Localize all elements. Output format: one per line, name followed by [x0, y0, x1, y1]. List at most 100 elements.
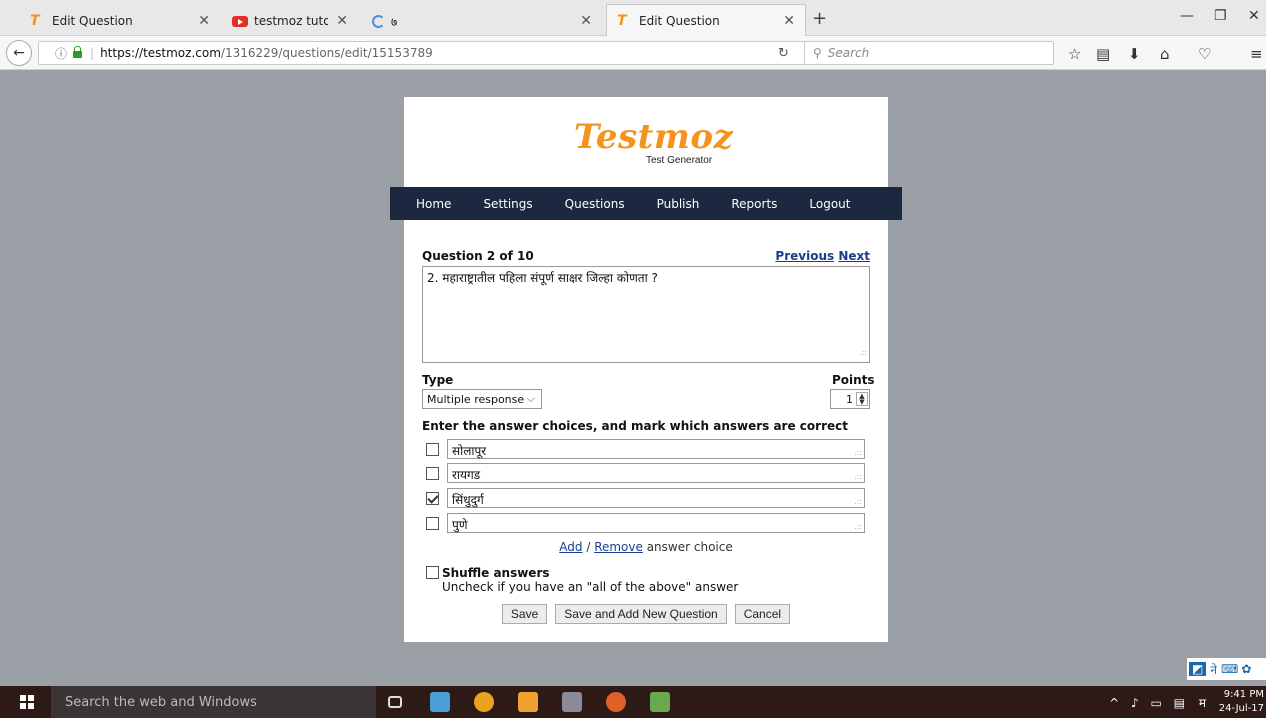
chevron-up-icon[interactable]: ^ [1109, 696, 1119, 710]
url-path: /1316229/questions/edit/15153789 [220, 46, 433, 60]
previous-link[interactable]: Previous [775, 249, 834, 263]
testmoz-logo[interactable]: Testmoz [574, 117, 733, 157]
close-icon[interactable]: ✕ [580, 13, 592, 29]
remove-choice-link[interactable]: Remove [594, 540, 643, 554]
choices-label: Enter the answer choices, and mark which… [422, 419, 848, 433]
resize-handle-icon[interactable]: .:: [854, 497, 862, 506]
tab-edit-question-1[interactable]: T Edit Question ✕ [20, 6, 220, 36]
script-icon[interactable]: ने [1210, 661, 1217, 678]
cancel-button[interactable]: Cancel [734, 604, 791, 624]
taskbar-clock[interactable]: 9:41 PM 24-Jul-17 [1219, 688, 1264, 716]
answer-choice-input[interactable]: पुणे .:: [447, 513, 865, 533]
reload-icon[interactable]: ↻ [778, 46, 789, 61]
points-stepper[interactable]: 1 ▲ ▼ [830, 389, 870, 409]
app-icon[interactable] [650, 692, 670, 712]
nav-home[interactable]: Home [416, 197, 451, 211]
nav-questions[interactable]: Questions [565, 197, 625, 211]
menu-icon[interactable]: ≡ [1250, 45, 1263, 63]
info-icon[interactable]: ⓘ [55, 45, 67, 62]
nav-reports[interactable]: Reports [731, 197, 777, 211]
close-icon[interactable]: ✕ [336, 13, 348, 29]
shuffle-option: Shuffle answers Uncheck if you have an "… [426, 566, 738, 594]
tab-label: Edit Question [639, 13, 720, 28]
search-icon: ⚲ [813, 46, 822, 60]
resize-handle-icon[interactable]: .:: [859, 345, 867, 361]
add-choice-link[interactable]: Add [559, 540, 582, 554]
answer-choice-suffix: answer choice [642, 540, 733, 554]
address-bar[interactable]: ⓘ | https://testmoz.com/1316229/question… [38, 41, 808, 65]
answer-choice-input[interactable]: सिंधुदुर्ग .:: [447, 488, 865, 508]
answer-choice-input[interactable]: रायगड .:: [447, 463, 865, 483]
home-icon[interactable]: ⌂ [1160, 45, 1170, 63]
resize-handle-icon[interactable]: .:: [854, 522, 862, 531]
tab-label: ७ [391, 14, 398, 29]
back-button[interactable]: ← [6, 40, 32, 66]
answer-choice-input[interactable]: सोलापूर .:: [447, 439, 865, 459]
type-label: Type [422, 373, 454, 387]
search-input[interactable]: ⚲ Search [804, 41, 1054, 65]
windows-start-icon[interactable] [20, 695, 34, 709]
answer-choice-text: सिंधुदुर्ग [452, 493, 484, 507]
nav-settings[interactable]: Settings [483, 197, 532, 211]
correct-checkbox[interactable] [426, 516, 439, 530]
close-icon[interactable]: ✕ [783, 13, 795, 29]
resize-handle-icon[interactable]: .:: [854, 448, 862, 457]
type-select[interactable]: Multiple response ⌵ [422, 389, 542, 409]
save-and-add-new-button[interactable]: Save and Add New Question [555, 604, 727, 624]
shuffle-hint: Uncheck if you have an "all of the above… [442, 580, 739, 594]
testmoz-icon: T [30, 13, 40, 29]
correct-checkbox[interactable] [426, 466, 439, 480]
app-icon[interactable] [562, 692, 582, 712]
correct-checkbox[interactable] [426, 442, 439, 456]
system-tray: ^ ♪ ▭ ▤ म [1109, 694, 1206, 711]
editor-card: Testmoz Test Generator Home Settings Que… [390, 97, 902, 642]
shuffle-text: Shuffle answers Uncheck if you have an "… [442, 566, 738, 594]
settings-gear-icon[interactable]: ✿ [1241, 662, 1251, 676]
shuffle-checkbox[interactable] [426, 566, 439, 579]
answer-choice-row: पुणे .:: [426, 513, 866, 533]
next-link[interactable]: Next [838, 249, 870, 263]
notification-icon[interactable]: ▤ [1174, 696, 1185, 710]
ime-icon[interactable]: ◩ [1189, 662, 1207, 676]
lock-icon [73, 46, 83, 58]
reading-list-icon[interactable]: ▤ [1096, 45, 1110, 63]
minimize-icon[interactable]: — [1180, 8, 1194, 24]
taskbar-search-input[interactable]: Search the web and Windows [51, 686, 376, 718]
correct-checkbox-checked[interactable] [426, 491, 439, 505]
tab-loading[interactable]: ७ ✕ [362, 6, 602, 36]
youtube-icon [232, 15, 248, 27]
keyboard-icon[interactable]: ⌨ [1221, 662, 1238, 676]
logo-subtitle: Test Generator [646, 155, 713, 166]
window-close-icon[interactable]: ✕ [1248, 8, 1260, 24]
clock-date: 24-Jul-17 [1218, 703, 1264, 714]
download-icon[interactable]: ⬇ [1128, 45, 1141, 63]
url-host: https://testmoz.com [100, 46, 221, 60]
battery-icon[interactable]: ▭ [1150, 696, 1161, 710]
answer-choice-row: रायगड .:: [426, 463, 866, 483]
bookmark-star-icon[interactable]: ☆ [1068, 45, 1081, 63]
nav-publish[interactable]: Publish [657, 197, 700, 211]
question-pager: Previous Next [775, 249, 870, 263]
restore-icon[interactable]: ❐ [1214, 8, 1227, 24]
question-text: 2. महाराष्ट्रातील पहिला संपूर्ण साक्षर ज… [427, 271, 658, 285]
close-icon[interactable]: ✕ [198, 13, 210, 29]
chrome-icon[interactable] [474, 692, 494, 712]
app-icon[interactable] [518, 692, 538, 712]
nav-logout[interactable]: Logout [809, 197, 850, 211]
firefox-icon[interactable] [606, 692, 626, 712]
language-bar: ◩ ने ⌨ ✿ [1187, 658, 1266, 680]
spinner-icon[interactable]: ▲ ▼ [856, 392, 868, 406]
input-language[interactable]: म [1199, 696, 1206, 710]
resize-handle-icon[interactable]: .:: [854, 472, 862, 481]
save-button[interactable]: Save [501, 604, 548, 624]
question-header: Question 2 of 10 Previous Next [422, 249, 870, 263]
tab-youtube[interactable]: testmoz tutorial - YouTube ✕ [222, 6, 358, 36]
question-text-area[interactable]: 2. महाराष्ट्रातील पहिला संपूर्ण साक्षर ज… [422, 266, 870, 363]
pocket-icon[interactable]: ♡ [1198, 45, 1211, 63]
task-view-icon[interactable] [388, 696, 402, 708]
new-tab-button[interactable]: + [812, 8, 827, 29]
app-icon[interactable] [430, 692, 450, 712]
volume-icon[interactable]: ♪ [1131, 696, 1139, 710]
tab-edit-question-active[interactable]: T Edit Question ✕ [606, 4, 806, 36]
main-nav: Home Settings Questions Publish Reports … [390, 187, 902, 220]
